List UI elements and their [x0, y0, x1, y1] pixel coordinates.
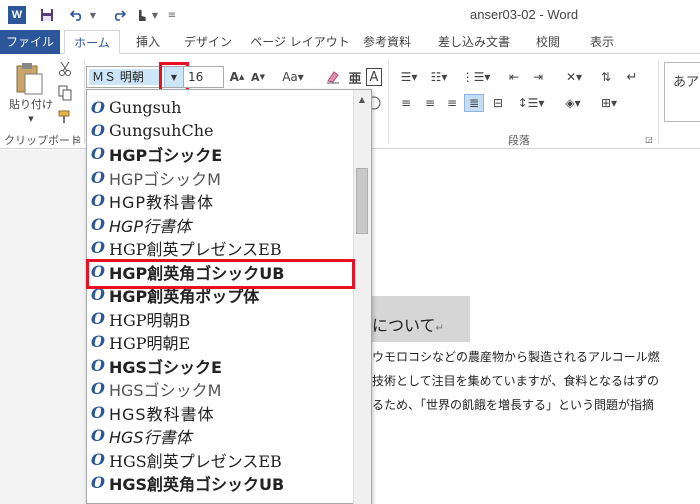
opentype-icon: O: [91, 450, 105, 469]
style-preview-text: あア: [673, 75, 700, 90]
borders-icon[interactable]: ⊞▾: [594, 94, 624, 112]
opentype-icon: O: [91, 473, 105, 492]
font-list-item[interactable]: O HGS行書体: [87, 424, 353, 447]
show-marks-icon[interactable]: ↵: [622, 68, 642, 86]
opentype-icon: O: [91, 191, 105, 210]
font-list-item[interactable]: O HGP行書体: [87, 213, 353, 236]
paste-button[interactable]: 貼り付け: [6, 96, 56, 112]
opentype-icon: O: [91, 332, 105, 351]
opentype-icon: O: [91, 98, 105, 117]
window-title: anser03-02 - Word: [470, 7, 579, 22]
grow-font-icon[interactable]: A ▲: [229, 68, 245, 86]
line-spacing-icon[interactable]: ↕☰▾: [516, 94, 546, 112]
tab-file[interactable]: ファイル: [0, 30, 60, 54]
tab-home[interactable]: ホーム: [64, 30, 120, 54]
font-list-item[interactable]: O HGS教科書体: [87, 401, 353, 424]
group-separator: [388, 60, 389, 144]
font-list-item[interactable]: O HGP創英プレゼンスEB: [87, 236, 353, 259]
font-list-item[interactable]: O HGSゴシックM: [87, 377, 353, 400]
highlight-box-font-item: [86, 259, 355, 289]
opentype-icon: O: [91, 426, 105, 445]
customize-qat-icon[interactable]: ≡: [166, 6, 178, 24]
change-case-icon[interactable]: Aa▾: [278, 68, 308, 86]
opentype-icon: O: [91, 215, 105, 234]
numbering-icon[interactable]: ☷▾: [426, 68, 452, 86]
group-separator: [84, 60, 85, 144]
ribbon-tabs: ファイル ホーム 挿入 デザイン ページ レイアウト 参考資料 差し込み文書 校…: [0, 30, 700, 54]
paste-dropdown-icon[interactable]: ▼: [26, 114, 36, 124]
phonetic-guide-icon[interactable]: 亜: [346, 68, 364, 87]
font-dropdown-list: O Gungsuh O GungsuhChe O HGPゴシックE O HGPゴシックM…: [86, 89, 372, 504]
paragraph-group-label: 段落: [508, 134, 530, 147]
document-line[interactable]: 技術として注目を集めていますが、食料となるはずの: [372, 372, 659, 389]
group-separator: [658, 60, 659, 144]
opentype-icon: O: [91, 144, 105, 163]
paste-icon[interactable]: [12, 60, 46, 96]
align-right-icon[interactable]: ≡: [442, 94, 462, 112]
shrink-font-icon[interactable]: A ▼: [250, 68, 266, 86]
multilevel-list-icon[interactable]: ⋮☰▾: [456, 68, 496, 86]
asian-layout-icon[interactable]: ✕▾: [560, 68, 588, 86]
undo-icon[interactable]: [68, 6, 86, 24]
opentype-icon: O: [91, 238, 105, 257]
touch-dropdown-icon[interactable]: ▼: [150, 6, 160, 24]
font-list-item[interactable]: O HGS創英角ゴシックUB: [87, 471, 353, 494]
tab-design[interactable]: デザイン: [178, 30, 238, 54]
font-name-input[interactable]: ＭＳ 明朝: [89, 69, 161, 85]
distributed-icon[interactable]: ⊟: [488, 94, 508, 112]
clear-formatting-icon[interactable]: [324, 68, 342, 86]
tab-review[interactable]: 校閲: [528, 30, 568, 54]
save-icon[interactable]: [38, 6, 56, 24]
justify-icon[interactable]: ≣: [464, 94, 484, 112]
paragraph-launcher-icon[interactable]: ◲: [644, 134, 654, 144]
clipboard-group-label: クリップボード: [4, 134, 81, 147]
font-list-item[interactable]: O HGPゴシックM: [87, 166, 353, 189]
tab-view[interactable]: 表示: [582, 30, 622, 54]
font-list-item[interactable]: O HGSゴシックE: [87, 354, 353, 377]
document-line[interactable]: ウモロコシなどの農産物から製造されるアルコール燃: [372, 348, 660, 365]
shading-icon[interactable]: ◈▾: [558, 94, 588, 112]
touch-mode-icon[interactable]: [132, 6, 150, 24]
redo-icon[interactable]: [110, 6, 128, 24]
tab-page-layout[interactable]: ページ レイアウト: [250, 30, 350, 54]
font-list-item[interactable]: O HGP明朝E: [87, 330, 353, 353]
sort-icon[interactable]: ⇅: [596, 68, 616, 86]
opentype-icon: O: [91, 379, 105, 398]
font-list-item[interactable]: O HGP教科書体: [87, 189, 353, 212]
document-line[interactable]: るため、「世界の飢餓を増長する」という問題が指摘: [372, 396, 654, 413]
document-heading[interactable]: について↵: [372, 312, 444, 336]
tab-insert[interactable]: 挿入: [128, 30, 168, 54]
opentype-icon: O: [91, 403, 105, 422]
font-size-input[interactable]: 16: [184, 66, 224, 88]
opentype-icon: O: [91, 168, 105, 187]
opentype-icon: O: [91, 309, 105, 328]
align-center-icon[interactable]: ≡: [420, 94, 440, 112]
scroll-up-icon[interactable]: ▲: [353, 91, 371, 107]
font-list-item[interactable]: O HGPゴシックE: [87, 142, 353, 165]
bullets-icon[interactable]: ☰▾: [396, 68, 422, 86]
font-list-item[interactable]: O Gungsuh: [87, 96, 353, 119]
tab-references[interactable]: 参考資料: [356, 30, 418, 54]
cut-icon[interactable]: [56, 60, 74, 78]
title-bar: W ▼ ▼ ≡ anser03-02 - Word: [0, 0, 700, 30]
clipboard-launcher-icon[interactable]: ◲: [72, 134, 82, 144]
style-gallery-item[interactable]: あア: [664, 62, 700, 122]
scroll-thumb[interactable]: [356, 168, 368, 234]
decrease-indent-icon[interactable]: ⇤: [504, 68, 524, 86]
font-list-item[interactable]: O HGS創英プレゼンスEB: [87, 448, 353, 471]
opentype-icon: O: [91, 121, 105, 140]
undo-dropdown-icon[interactable]: ▼: [88, 6, 98, 24]
opentype-icon: O: [91, 356, 105, 375]
align-left-icon[interactable]: ≡: [396, 94, 416, 112]
increase-indent-icon[interactable]: ⇥: [528, 68, 548, 86]
font-list-scrollbar[interactable]: [353, 90, 371, 504]
copy-icon[interactable]: [56, 84, 74, 102]
document-gutter: [0, 150, 86, 504]
word-app-icon[interactable]: W: [8, 6, 26, 24]
tab-mailings[interactable]: 差し込み文書: [432, 30, 516, 54]
format-painter-icon[interactable]: [56, 108, 74, 126]
font-list-item[interactable]: O GungsuhChe: [87, 119, 353, 142]
font-list-item[interactable]: O HGP明朝B: [87, 307, 353, 330]
character-border-icon[interactable]: A: [366, 68, 382, 86]
